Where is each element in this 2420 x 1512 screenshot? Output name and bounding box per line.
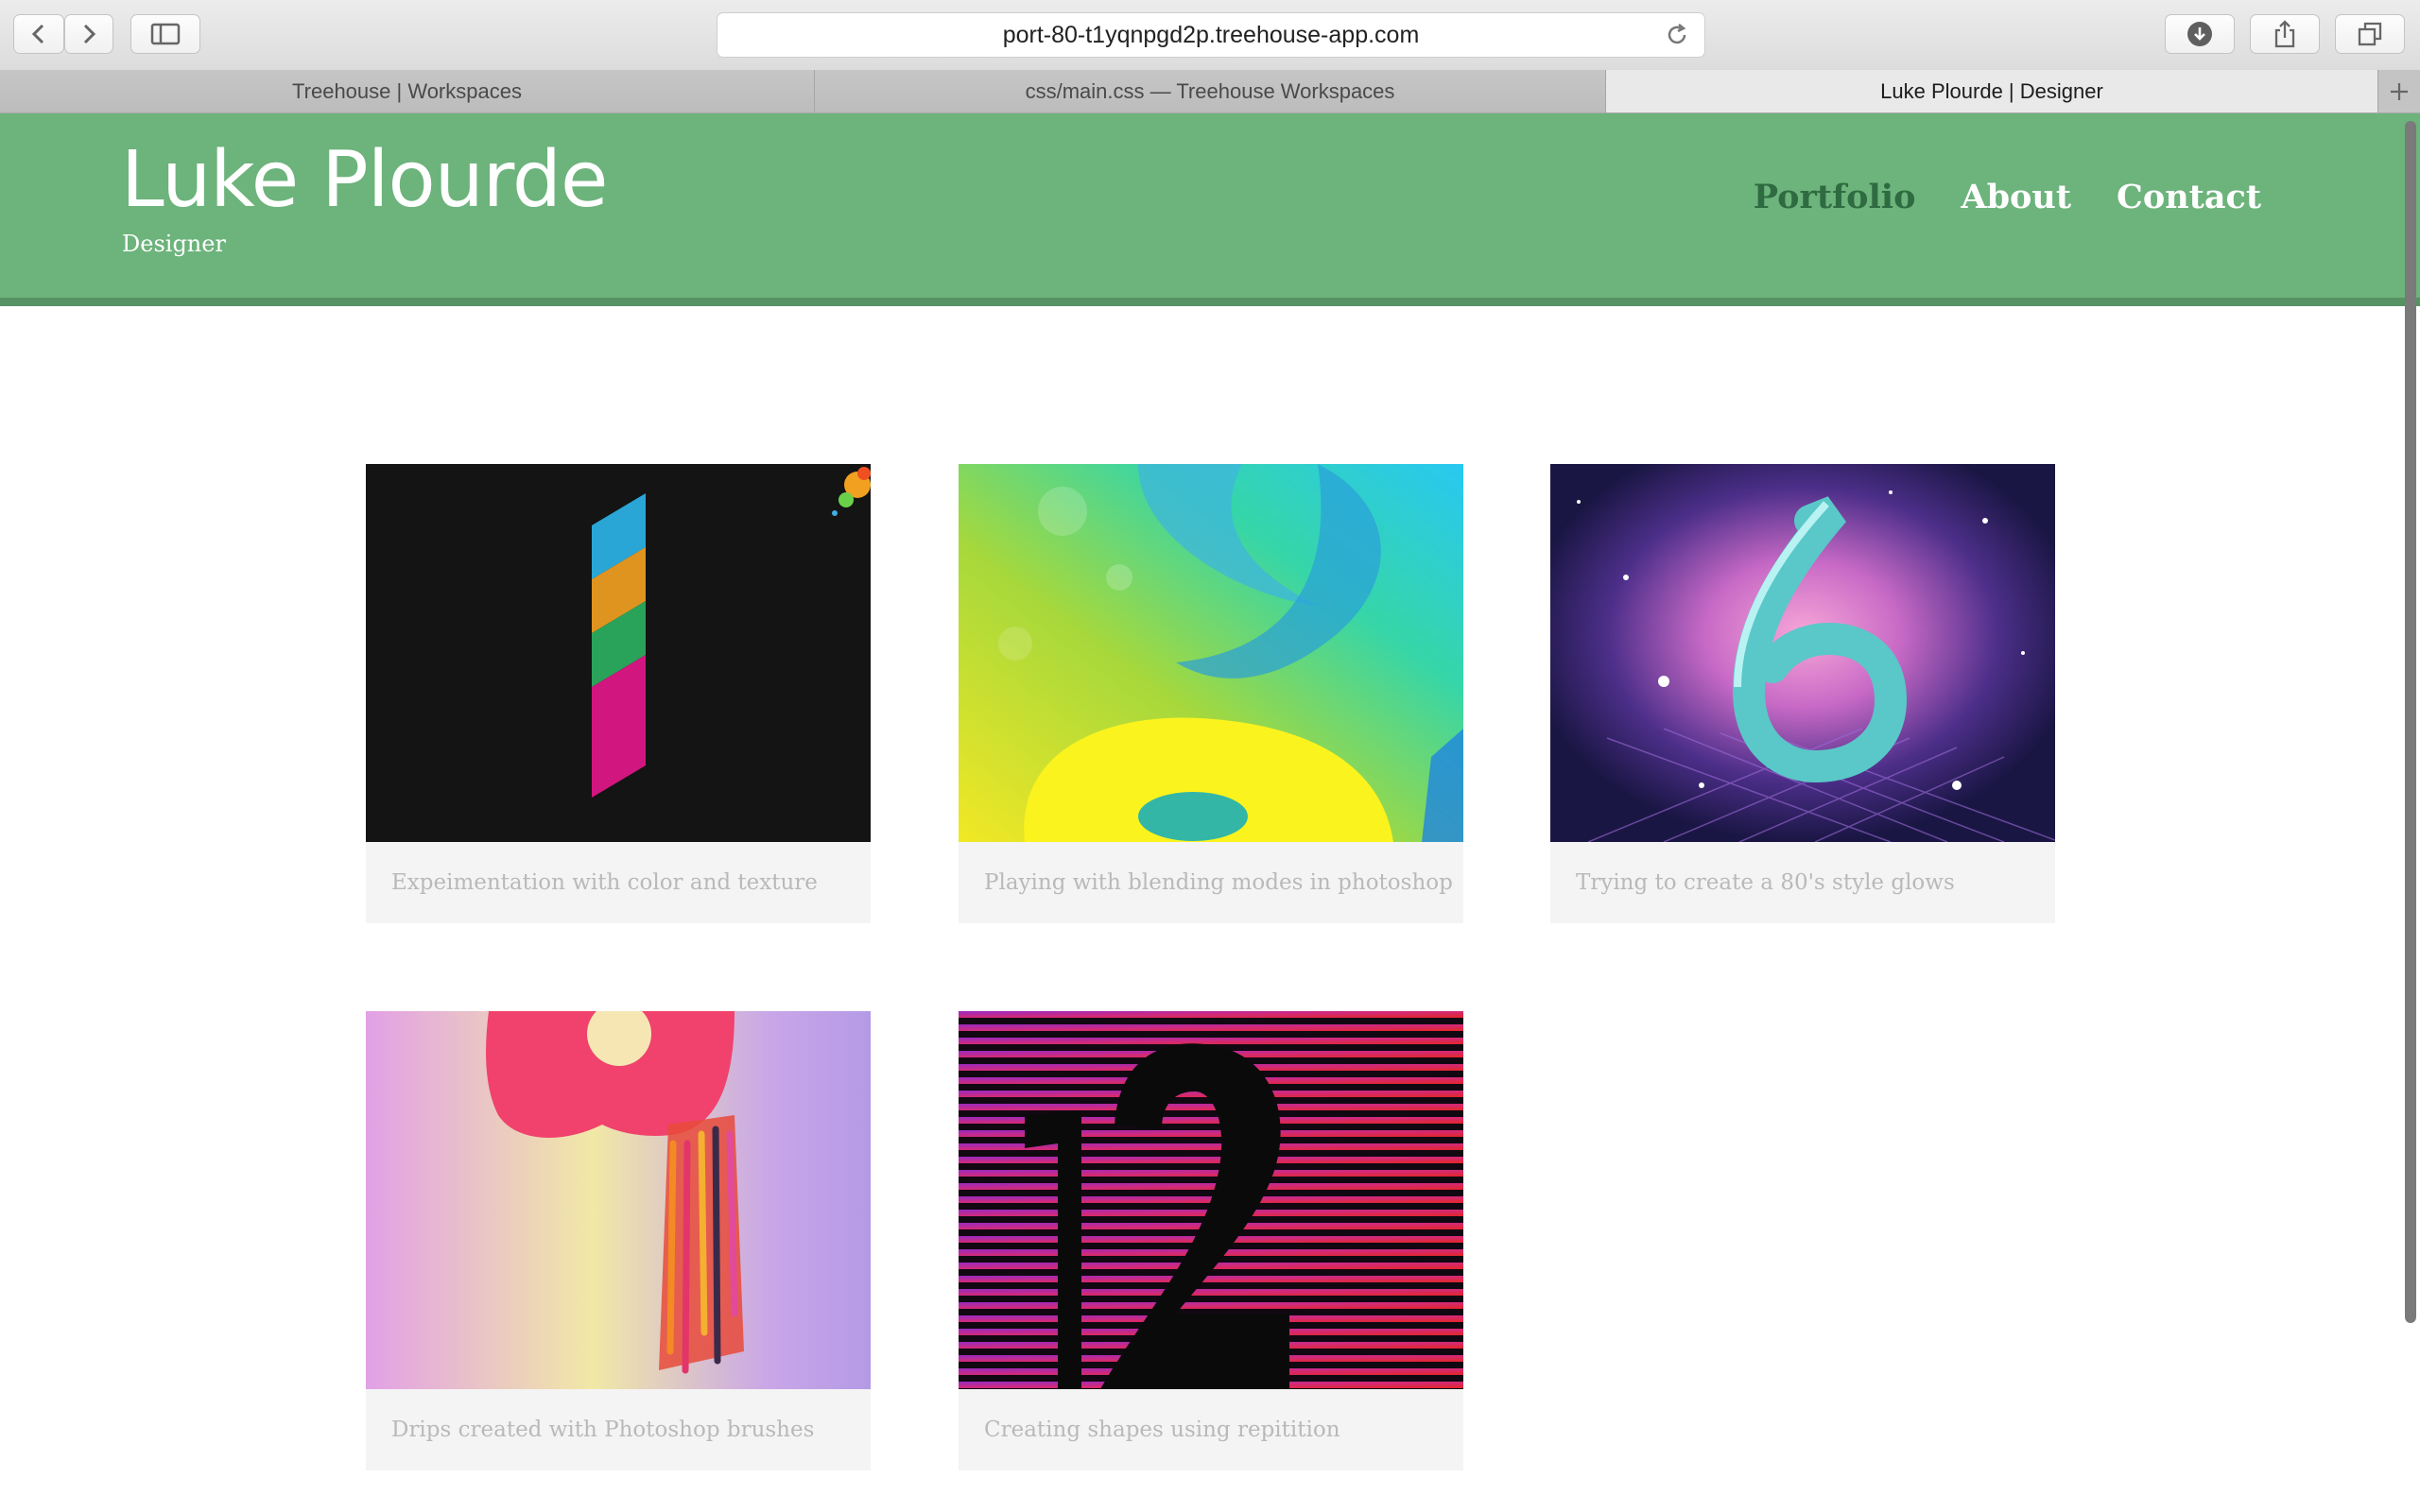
browser-toolbar: port-80-t1yqnpgd2p.treehouse-app.com (0, 0, 2420, 71)
back-icon (31, 24, 44, 44)
tab-treehouse-workspaces[interactable]: Treehouse | Workspaces (0, 70, 815, 112)
gallery-image-number-8[interactable] (959, 464, 1463, 842)
tab-main-css[interactable]: css/main.css — Treehouse Workspaces (815, 70, 1606, 112)
tab-bar: Treehouse | Workspaces css/main.css — Tr… (0, 70, 2420, 113)
forward-icon (83, 24, 96, 44)
page-scrollbar[interactable] (2405, 121, 2416, 1323)
gallery-caption: Trying to create a 80's style glows (1550, 842, 2055, 923)
site-name[interactable]: Luke Plourde (121, 134, 608, 227)
gallery-item[interactable]: Expeimentation with color and texture (366, 464, 871, 923)
nav-contact[interactable]: Contact (2117, 178, 2261, 216)
url-text: port-80-t1yqnpgd2p.treehouse-app.com (1002, 21, 1420, 48)
new-tab-icon (2391, 82, 2408, 100)
tab-label: css/main.css — Treehouse Workspaces (1025, 78, 1395, 103)
share-icon (2274, 20, 2295, 48)
nav-about[interactable]: About (1961, 178, 2071, 216)
tab-label: Treehouse | Workspaces (292, 78, 522, 103)
portfolio-gallery: Expeimentation with color and texture Pl… (0, 306, 2420, 1512)
reload-icon[interactable] (1665, 23, 1689, 47)
gallery-item[interactable]: Drips created with Photoshop brushes (366, 1011, 871, 1470)
gallery-item[interactable]: Playing with blending modes in photoshop (959, 464, 1463, 923)
site-tagline: Designer (122, 231, 226, 257)
gallery-image-number-6[interactable] (1550, 464, 2055, 842)
download-icon (2187, 22, 2212, 46)
gallery-item[interactable]: Trying to create a 80's style glows (1550, 464, 2055, 923)
back-button[interactable] (13, 14, 64, 54)
gallery-caption: Playing with blending modes in photoshop (959, 842, 1463, 923)
share-button[interactable] (2250, 14, 2320, 54)
tab-label: Luke Plourde | Designer (1880, 78, 2103, 103)
gallery-caption: Creating shapes using repitition (959, 1389, 1463, 1470)
gallery-item[interactable]: Creating shapes using repitition (959, 1011, 1463, 1470)
nav-portfolio[interactable]: Portfolio (1754, 178, 1916, 216)
forward-button[interactable] (64, 14, 113, 54)
gallery-image-number-12[interactable] (959, 1011, 1463, 1389)
address-bar[interactable]: port-80-t1yqnpgd2p.treehouse-app.com (717, 12, 1705, 58)
sidebar-icon (150, 23, 181, 45)
tabs-overview-icon (2358, 22, 2382, 46)
tab-luke-plourde[interactable]: Luke Plourde | Designer (1606, 70, 2378, 112)
gallery-caption: Expeimentation with color and texture (366, 842, 871, 923)
tabs-overview-button[interactable] (2335, 14, 2405, 54)
main-nav: Portfolio About Contact (1754, 178, 2261, 216)
site-header: Luke Plourde Designer Portfolio About Co… (0, 113, 2420, 306)
gallery-image-number-9[interactable] (366, 1011, 871, 1389)
sidebar-button[interactable] (130, 14, 200, 54)
gallery-caption: Drips created with Photoshop brushes (366, 1389, 871, 1470)
downloads-button[interactable] (2165, 14, 2235, 54)
gallery-image-number-1[interactable] (366, 464, 871, 842)
new-tab-button[interactable] (2378, 70, 2420, 112)
